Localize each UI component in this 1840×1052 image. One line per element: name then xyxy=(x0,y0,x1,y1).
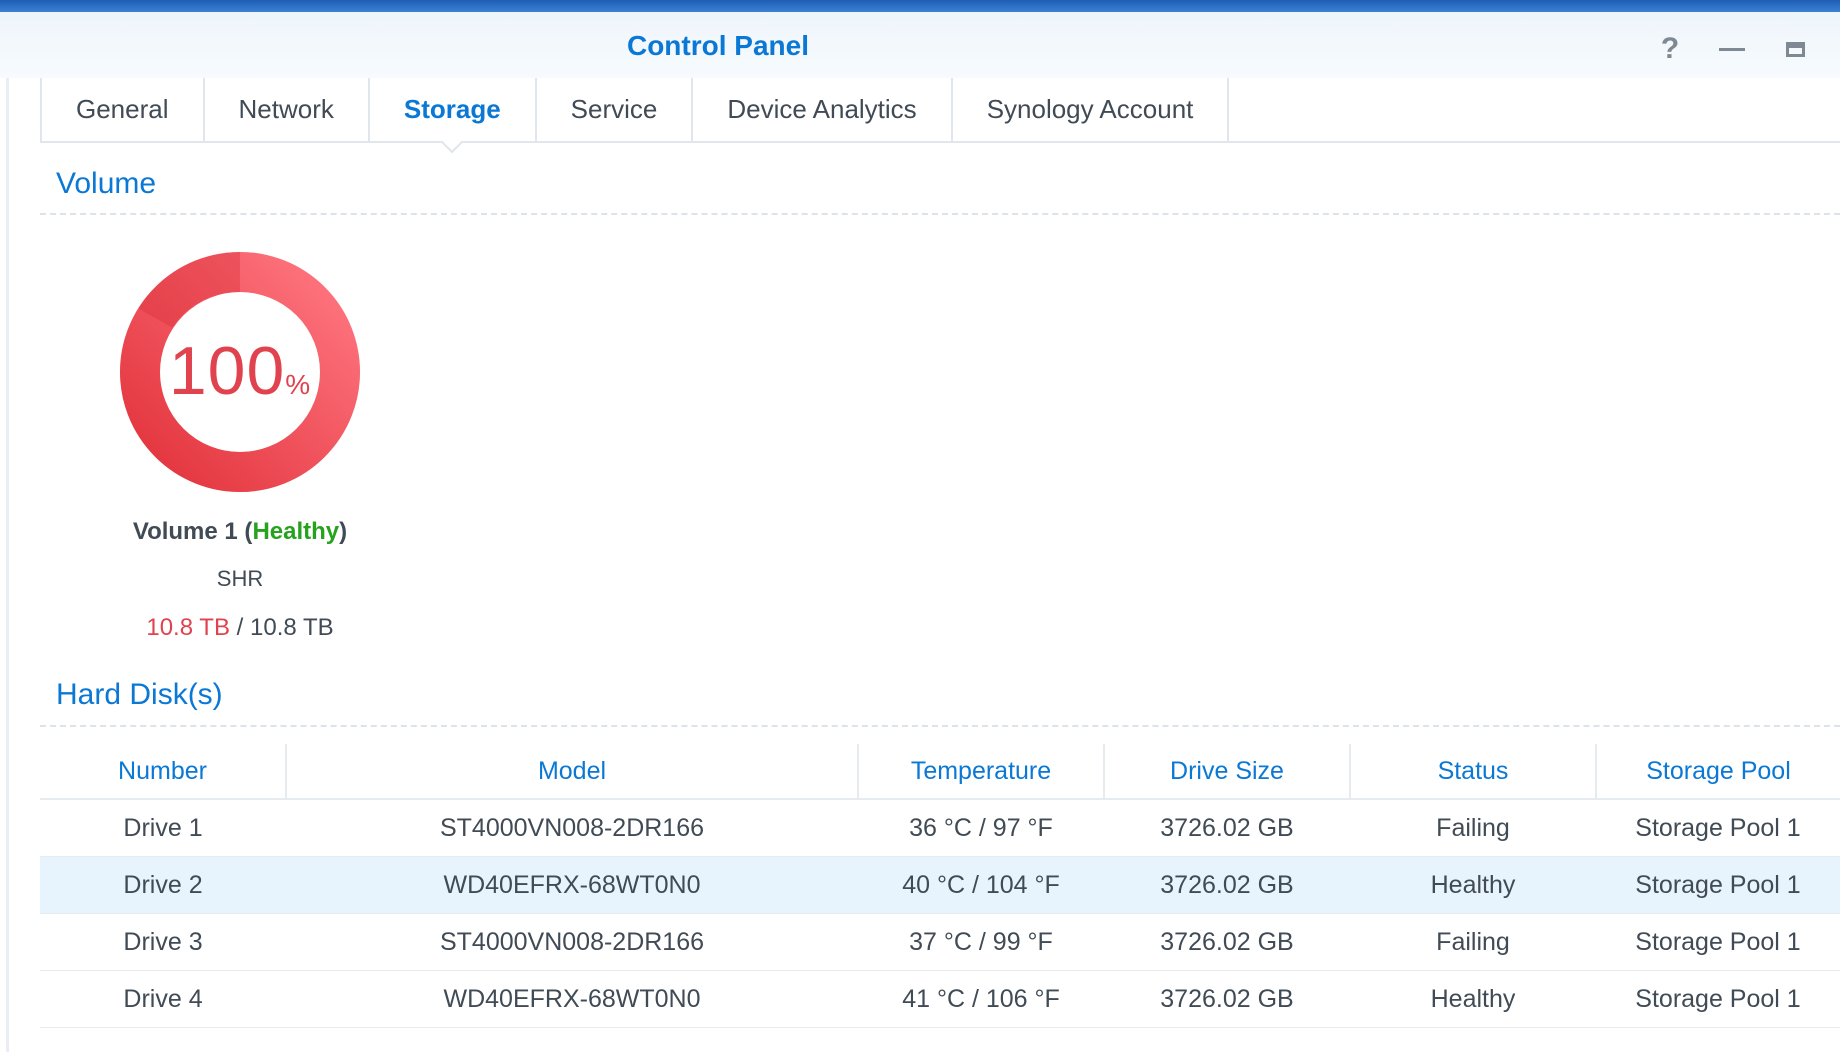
column-header-storage-pool[interactable]: Storage Pool xyxy=(1595,744,1840,800)
drive-status: Failing xyxy=(1350,799,1596,857)
drive-storage-pool: Storage Pool 1 xyxy=(1596,799,1840,857)
drive-storage-pool: Storage Pool 1 xyxy=(1596,970,1840,1028)
table-row[interactable]: Drive 4 WD40EFRX-68WT0N0 41 °C / 106 °F … xyxy=(40,970,1840,1028)
volume-capacity: 10.8 TB / 10.8 TB xyxy=(40,614,440,642)
tab-storage[interactable]: Storage xyxy=(367,78,535,141)
volume-name: Volume 1 (Healthy) xyxy=(132,518,348,545)
column-header-status[interactable]: Status xyxy=(1349,744,1596,800)
drive-number: Drive 4 xyxy=(40,970,286,1028)
tab-network[interactable]: Network xyxy=(202,78,368,141)
drive-size: 3726.02 GB xyxy=(1104,913,1350,971)
window-title: Control Panel xyxy=(626,30,809,61)
column-header-number[interactable]: Number xyxy=(40,744,286,800)
hard-disk-table: Number Model Temperature Drive Size Stat… xyxy=(40,744,1840,1028)
minimize-icon[interactable] xyxy=(1712,32,1752,66)
drive-number: Drive 3 xyxy=(40,913,286,971)
volume-section-title: Volume xyxy=(56,167,157,200)
volume-total: 10.8 TB xyxy=(250,614,334,641)
drive-status: Healthy xyxy=(1350,856,1596,914)
drive-number: Drive 1 xyxy=(40,799,286,857)
left-border xyxy=(6,78,9,1052)
drive-temperature: 40 °C / 104 °F xyxy=(858,856,1104,914)
volume-section-divider xyxy=(40,213,1840,215)
control-panel-window: Control Panel ? General Network Storage … xyxy=(0,0,1840,1052)
drive-size: 3726.02 GB xyxy=(1104,970,1350,1028)
drive-model: WD40EFRX-68WT0N0 xyxy=(286,970,858,1028)
column-header-model[interactable]: Model xyxy=(285,744,858,800)
usage-value: 100 xyxy=(168,333,286,409)
drive-size: 3726.02 GB xyxy=(1104,856,1350,914)
drive-temperature: 41 °C / 106 °F xyxy=(858,970,1104,1028)
drive-storage-pool: Storage Pool 1 xyxy=(1596,913,1840,971)
tab-service[interactable]: Service xyxy=(534,78,692,141)
table-row[interactable]: Drive 3 ST4000VN008-2DR166 37 °C / 99 °F… xyxy=(40,913,1840,971)
volume-used: 10.8 TB xyxy=(146,614,230,641)
drive-temperature: 36 °C / 97 °F xyxy=(858,799,1104,857)
tab-bar: General Network Storage Service Device A… xyxy=(40,78,1840,143)
usage-unit: % xyxy=(285,369,312,400)
table-row[interactable]: Drive 2 WD40EFRX-68WT0N0 40 °C / 104 °F … xyxy=(40,856,1840,914)
drive-storage-pool: Storage Pool 1 xyxy=(1596,856,1840,914)
volume-status: Healthy xyxy=(252,518,340,545)
volume-raid-type: SHR xyxy=(216,566,264,591)
drive-model: ST4000VN008-2DR166 xyxy=(286,799,858,857)
volume-usage-donut[interactable]: 100% xyxy=(118,250,362,494)
maximize-icon[interactable] xyxy=(1775,32,1815,66)
window-top-strip xyxy=(0,0,1840,12)
help-icon[interactable]: ? xyxy=(1650,32,1690,66)
column-header-temperature[interactable]: Temperature xyxy=(857,744,1104,800)
tab-general[interactable]: General xyxy=(40,78,203,141)
volume-name-text: Volume 1 xyxy=(132,518,238,545)
volume-usage-label: 100% xyxy=(118,332,362,410)
table-header-row: Number Model Temperature Drive Size Stat… xyxy=(40,744,1840,800)
capacity-separator: / xyxy=(229,614,250,641)
disks-section-divider xyxy=(40,725,1840,727)
column-header-drive-size[interactable]: Drive Size xyxy=(1103,744,1350,800)
drive-status: Healthy xyxy=(1350,970,1596,1028)
donut-shade xyxy=(138,252,240,328)
drive-temperature: 37 °C / 99 °F xyxy=(858,913,1104,971)
drive-status: Failing xyxy=(1350,913,1596,971)
drive-size: 3726.02 GB xyxy=(1104,799,1350,857)
tab-device-analytics[interactable]: Device Analytics xyxy=(691,78,950,141)
drive-number: Drive 2 xyxy=(40,856,286,914)
table-row[interactable]: Drive 1 ST4000VN008-2DR166 36 °C / 97 °F… xyxy=(40,799,1840,857)
drive-model: ST4000VN008-2DR166 xyxy=(286,913,858,971)
disks-section-title: Hard Disk(s) xyxy=(56,678,223,711)
drive-model: WD40EFRX-68WT0N0 xyxy=(286,856,858,914)
tab-synology-account[interactable]: Synology Account xyxy=(950,78,1230,141)
titlebar[interactable]: Control Panel ? xyxy=(0,12,1840,78)
